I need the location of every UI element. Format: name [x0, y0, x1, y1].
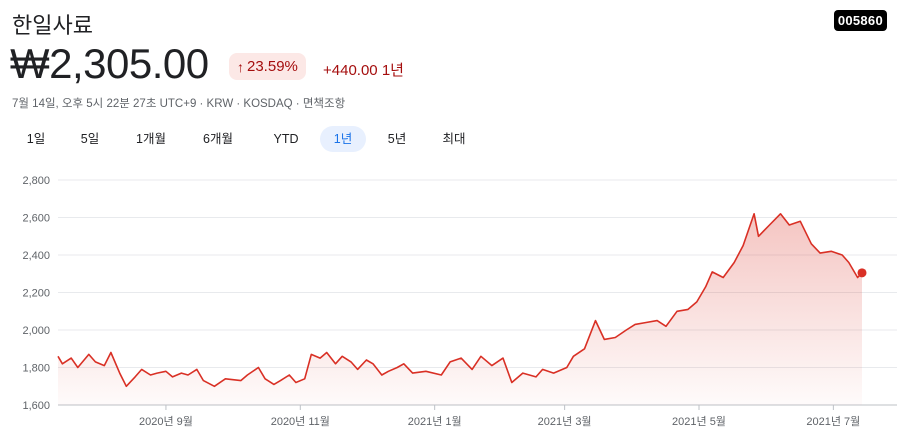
y-tick-label: 1,800: [22, 363, 50, 375]
price-chart[interactable]: 2,800 2,600 2,400 2,200 2,000 1,800 1,600 2020…: [0, 160, 897, 444]
x-tick-label: 2020년 9월: [139, 415, 193, 428]
y-tick-label: 2,200: [22, 288, 50, 300]
tab-1y[interactable]: 1년: [320, 126, 366, 152]
quote-meta: 7월 14일, 오후 5시 22분 27초 UTC+9 · KRW · KOSD…: [12, 98, 346, 110]
y-axis-ticks: 2,800 2,600 2,400 2,200 2,000 1,800 1,600: [22, 175, 50, 412]
arrow-up-icon: ↑: [237, 58, 244, 75]
percent-change-badge: ↑ 23.59%: [229, 53, 306, 80]
x-tick-label: 2021년 3월: [538, 415, 592, 428]
percent-change-value: 23.59%: [247, 58, 298, 75]
company-name: 한일사료: [12, 14, 93, 39]
x-tick-label: 2020년 11월: [271, 415, 330, 428]
x-tick-label: 2021년 7월: [806, 415, 860, 428]
tab-1d[interactable]: 1일: [10, 126, 62, 152]
x-axis-ticks: 2020년 9월 2020년 11월 2021년 1월 2021년 3월 2021년 5…: [139, 405, 860, 428]
tab-max[interactable]: 최대: [428, 126, 480, 152]
current-price-dot: [857, 268, 867, 278]
tab-1m[interactable]: 1개월: [118, 126, 184, 152]
price-area: [58, 213, 862, 405]
y-tick-label: 2,800: [22, 175, 50, 187]
range-tabs: 1일 5일 1개월 6개월 YTD 1년 5년 최대: [10, 126, 480, 152]
tab-5d[interactable]: 5일: [62, 126, 118, 152]
absolute-change: +440.00 1년: [323, 59, 404, 80]
change-period-label: 1년: [381, 62, 404, 79]
absolute-change-value: +440.00: [323, 62, 378, 79]
tab-ytd[interactable]: YTD: [252, 126, 320, 152]
y-tick-label: 2,000: [22, 325, 50, 337]
tab-5y[interactable]: 5년: [366, 126, 428, 152]
ticker-badge: 005860: [833, 10, 887, 31]
x-tick-label: 2021년 5월: [672, 415, 726, 428]
y-tick-label: 1,600: [22, 400, 50, 412]
x-tick-label: 2021년 1월: [408, 415, 462, 428]
y-tick-label: 2,400: [22, 250, 50, 262]
y-tick-label: 2,600: [22, 213, 50, 225]
current-price: ₩2,305.00: [10, 40, 209, 87]
tab-6m[interactable]: 6개월: [184, 126, 252, 152]
